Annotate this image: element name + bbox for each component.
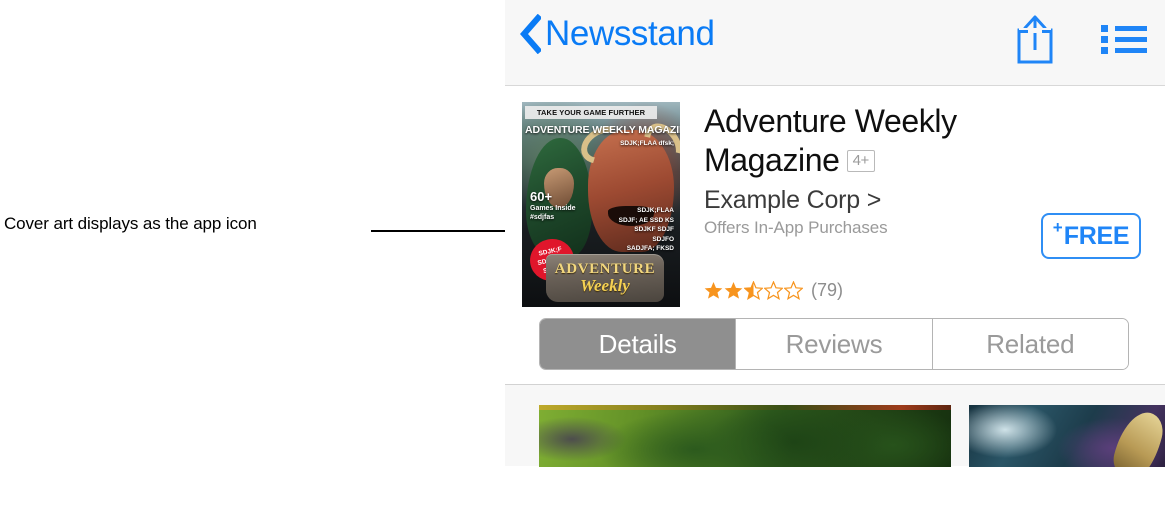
back-button-label: Newsstand [545,14,715,53]
price-label: FREE [1063,221,1130,250]
star-rating [704,281,803,300]
app-metadata: Adventure Weekly Magazine 4+ Example Corp… [680,102,1165,307]
app-icon-cover-art[interactable]: TAKE YOUR GAME FURTHER ADVENTURE WEEKLY … [522,102,680,307]
app-title-text: Adventure Weekly Magazine [704,103,957,178]
cover-right-line: SDJF; AE SSD KS [618,216,674,224]
navigation-actions [1013,12,1149,66]
screenshot-jungle[interactable] [539,405,951,467]
star-empty-icon [764,281,783,300]
cover-callout-line1: Games Inside [530,205,576,212]
cover-banner-text: TAKE YOUR GAME FURTHER [525,106,657,119]
star-filled-icon [724,281,743,299]
cover-logo-line1: ADVENTURE [554,261,656,277]
bulleted-list-icon[interactable] [1099,19,1149,59]
cover-callout-big: 60+ [530,189,553,204]
tab-reviews[interactable]: Reviews [736,319,933,369]
age-rating-badge: 4+ [846,150,875,172]
chevron-left-icon [520,14,541,54]
cover-logo-line2: Weekly [580,276,630,295]
star-empty-icon [784,281,803,300]
segmented-control: Details Reviews Related [539,318,1129,370]
cover-right-line: SDJFO [652,235,674,243]
screenshot-character[interactable] [969,405,1165,467]
navigation-bar: Newsstand [505,0,1165,86]
cover-right-line: SDJK;FLAA [637,207,674,214]
cover-right-text-block: SDJK;FLAA SDJF; AE SSD KS SDJKF SDJF SDJ… [619,206,674,254]
cover-logo: ADVENTURE Weekly [546,254,664,302]
cover-callout: 60+ Games Inside #sdjfas [530,190,576,222]
app-title: Adventure Weekly Magazine 4+ [704,102,1034,180]
rating-row: (79) [704,280,843,301]
price-free-button[interactable]: + FREE [1041,213,1141,259]
app-store-product-page-screenshot: Cover art displays as the app icon Newss… [0,0,1165,524]
back-button[interactable]: Newsstand [519,14,715,54]
cover-title-text: ADVENTURE WEEKLY MAGAZINE [525,124,680,136]
star-half-icon [744,281,763,300]
device-panel: Newsstand TAKE YOUR GAME FURTHER ADVENTU… [505,0,1165,524]
tab-related[interactable]: Related [932,319,1128,369]
star-filled-icon [704,281,723,299]
tab-details[interactable]: Details [540,319,737,369]
rating-count: (79) [811,280,844,300]
developer-link[interactable]: Example Corp > [704,186,1165,215]
annotation-leader-line [371,230,505,232]
cover-right-line: SDJKF SDJF [634,226,674,233]
cover-callout-line2: #sdjfas [530,214,555,221]
iap-plus-indicator: + [1052,218,1063,237]
tabs-container: Details Reviews Related [505,307,1165,384]
share-upload-icon[interactable] [1013,12,1057,66]
app-header-row: TAKE YOUR GAME FURTHER ADVENTURE WEEKLY … [505,86,1165,307]
annotation-label: Cover art displays as the app icon [4,214,257,233]
cover-right-line: SADJFA; FKSD [626,245,674,252]
screenshots-strip[interactable] [505,384,1165,467]
cover-subtitle-text: SDJK;FLAA dfsk; [620,140,674,147]
